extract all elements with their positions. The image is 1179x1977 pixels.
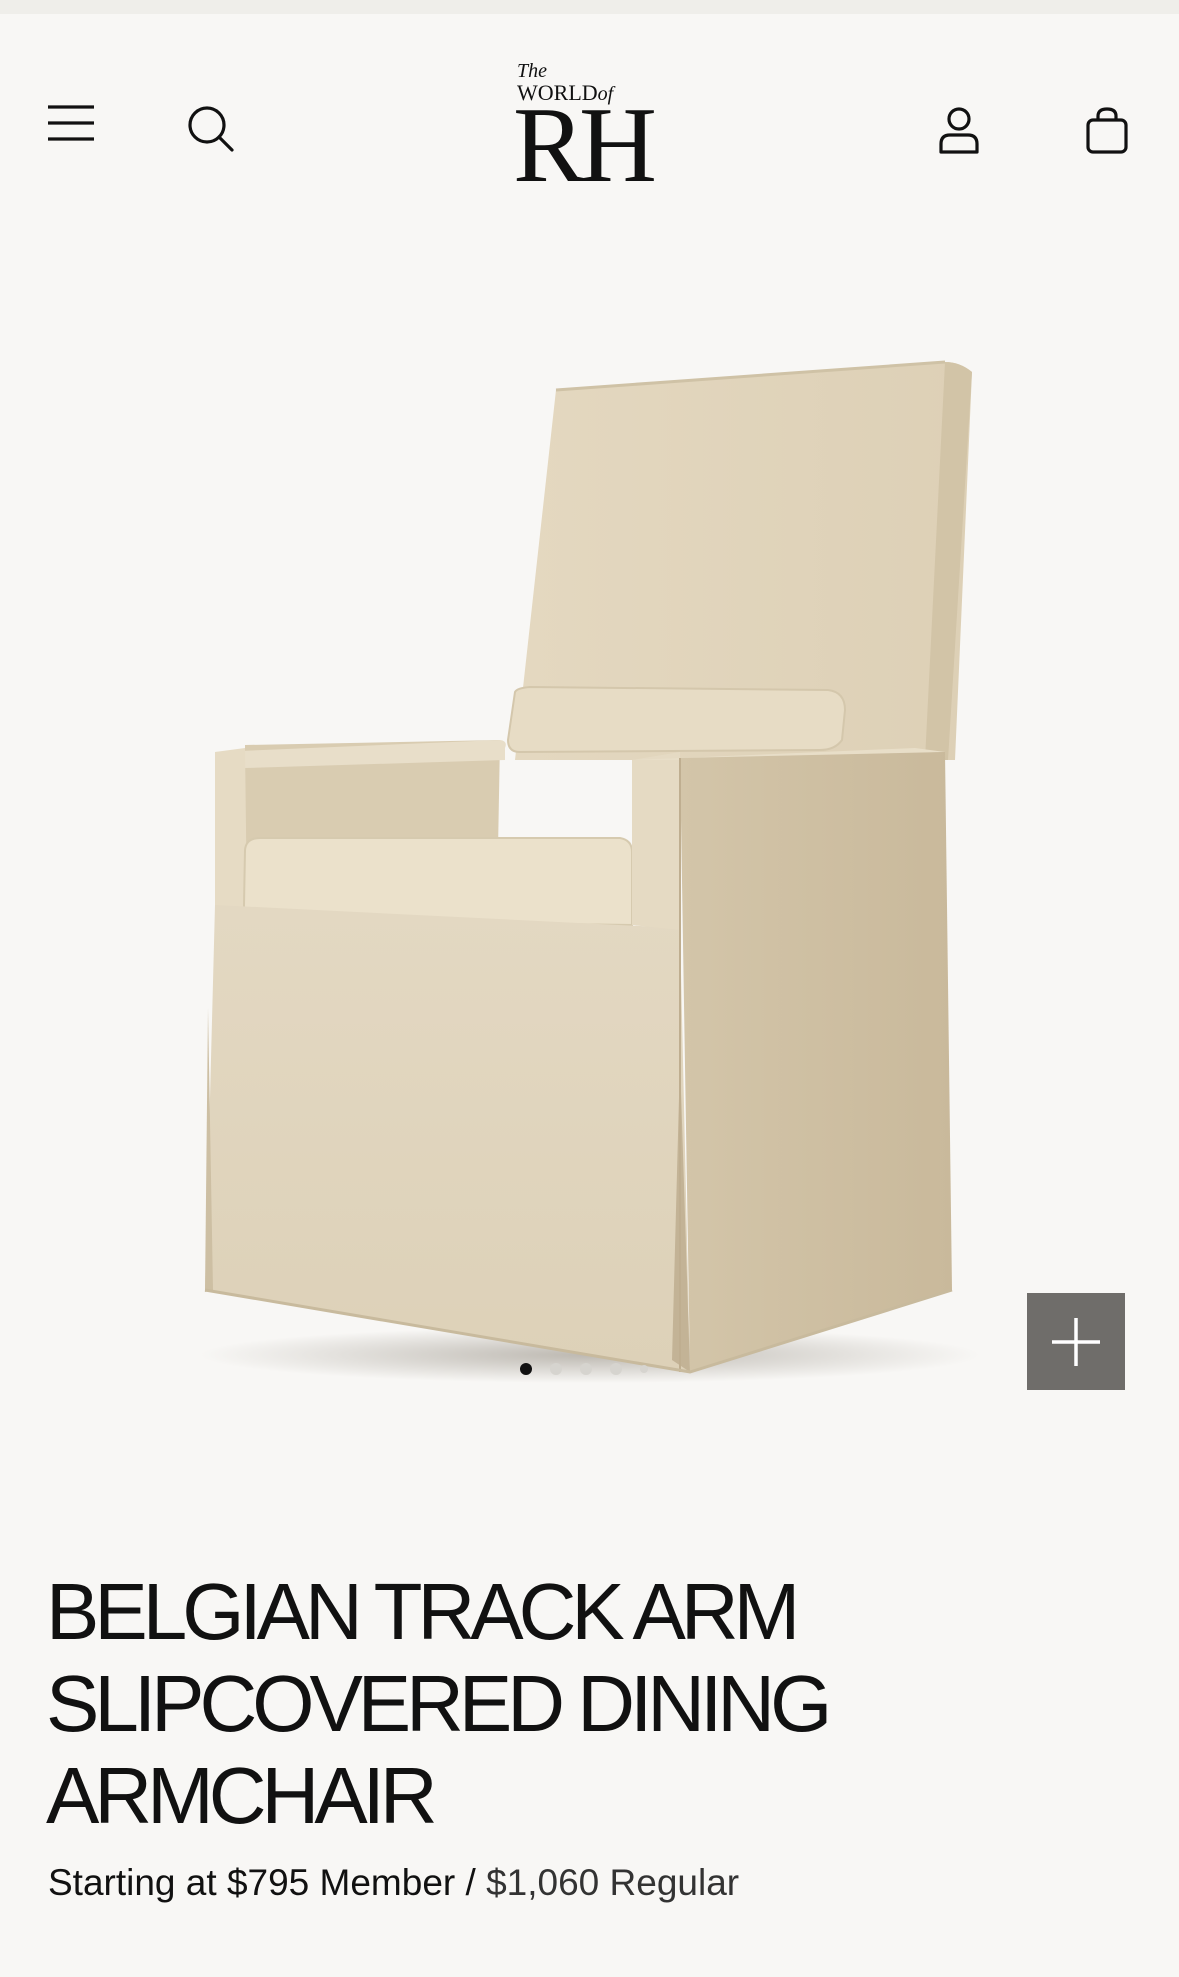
- armchair-illustration: [200, 360, 980, 1383]
- member-label: Member: [319, 1862, 456, 1903]
- price-prefix: Starting at: [48, 1862, 217, 1903]
- regular-label: Regular: [609, 1862, 740, 1903]
- zoom-button[interactable]: [1027, 1293, 1125, 1390]
- hamburger-menu-icon: [48, 105, 94, 141]
- carousel-dot-3[interactable]: [580, 1363, 592, 1375]
- account-icon: [939, 107, 979, 154]
- member-price: $795: [226, 1862, 310, 1903]
- carousel-dots: [520, 1363, 648, 1375]
- price-line: Starting at $795 Member / $1,060 Regular: [48, 1862, 739, 1904]
- carousel-dot-5[interactable]: [640, 1365, 648, 1373]
- product-image[interactable]: [0, 240, 1179, 1440]
- menu-button[interactable]: [38, 90, 104, 156]
- cart-button[interactable]: [1074, 98, 1140, 164]
- logo-rh: RH: [513, 86, 657, 205]
- account-button[interactable]: [926, 98, 992, 164]
- regular-price: $1,060: [486, 1862, 600, 1903]
- search-button[interactable]: [178, 96, 244, 162]
- carousel-dot-4[interactable]: [610, 1363, 622, 1375]
- product-title-line-1: BELGIAN TRACK ARM: [46, 1567, 800, 1656]
- status-strip: [0, 0, 1179, 14]
- carousel-dot-1[interactable]: [520, 1363, 532, 1375]
- rh-logo[interactable]: The WORLDof RH: [505, 60, 685, 205]
- product-title-line-3: ARMCHAIR: [46, 1751, 438, 1840]
- search-icon: [188, 106, 234, 152]
- price-separator: /: [465, 1862, 476, 1903]
- product-title-line-2: SLIPCOVERED DINING: [46, 1659, 832, 1748]
- shopping-bag-icon: [1086, 107, 1128, 154]
- plus-icon: [1052, 1317, 1100, 1366]
- carousel-dot-2[interactable]: [550, 1363, 562, 1375]
- product-title: BELGIAN TRACK ARM SLIPCOVERED DINING ARM…: [46, 1566, 1046, 1842]
